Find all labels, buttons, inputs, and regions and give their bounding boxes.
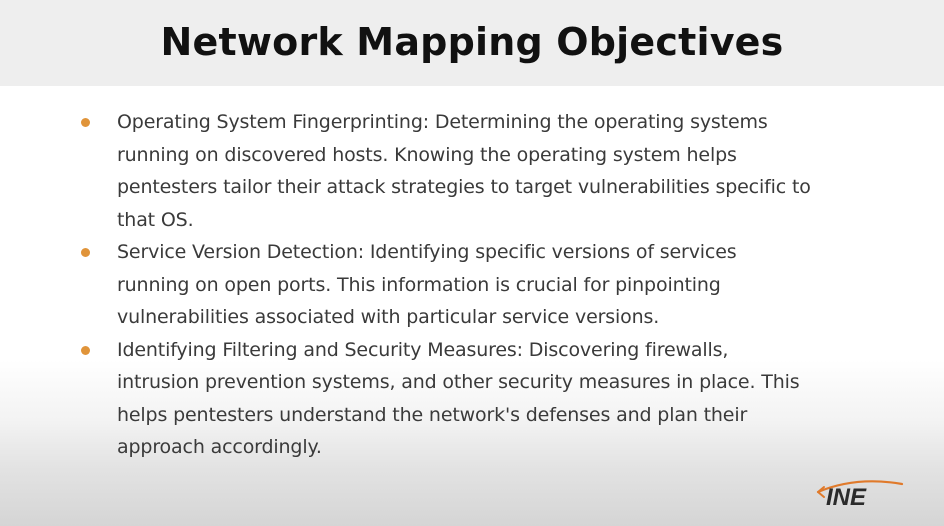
bullet-item-os-fingerprinting: Operating System Fingerprinting: Determi… bbox=[0, 106, 944, 236]
bullet-line: Identifying Filtering and Security Measu… bbox=[117, 338, 729, 361]
bullet-item-service-version-detection: Service Version Detection: Identifying s… bbox=[0, 236, 944, 334]
bullet-line: Operating System Fingerprinting: Determi… bbox=[117, 111, 768, 133]
bullet-item-filtering-security-measures: Identifying Filtering and Security Measu… bbox=[0, 334, 944, 464]
bullet-line: Service Version Detection: Identifying s… bbox=[117, 241, 737, 263]
ine-logo-icon: INE bbox=[816, 480, 904, 510]
bullet-line: running on discovered hosts. Knowing the… bbox=[117, 143, 737, 166]
bullet-list: Operating System Fingerprinting: Determi… bbox=[0, 106, 944, 464]
bullet-text: Operating System Fingerprinting: Determi… bbox=[117, 106, 892, 236]
bullet-text: Identifying Filtering and Security Measu… bbox=[117, 334, 892, 464]
bullet-dot-icon bbox=[81, 248, 90, 257]
title-bar: Network Mapping Objectives bbox=[0, 0, 944, 86]
bullet-text: Service Version Detection: Identifying s… bbox=[117, 236, 892, 334]
bullet-line: pentesters tailor their attack strategie… bbox=[117, 176, 811, 198]
slide-title: Network Mapping Objectives bbox=[160, 20, 784, 64]
bullet-line: intrusion prevention systems, and other … bbox=[117, 371, 800, 393]
logo-text: INE bbox=[826, 484, 867, 510]
slide: Network Mapping Objectives Operating Sys… bbox=[0, 0, 944, 526]
bullet-line: that OS. bbox=[117, 208, 194, 231]
bullet-line: running on open ports. This information … bbox=[117, 273, 721, 296]
bullet-line: approach accordingly. bbox=[117, 436, 322, 458]
bullet-line: vulnerabilities associated with particul… bbox=[117, 306, 660, 328]
bullet-dot-icon bbox=[81, 118, 90, 127]
bullet-dot-icon bbox=[81, 345, 90, 355]
bullet-line: helps pentesters understand the network'… bbox=[117, 403, 748, 426]
